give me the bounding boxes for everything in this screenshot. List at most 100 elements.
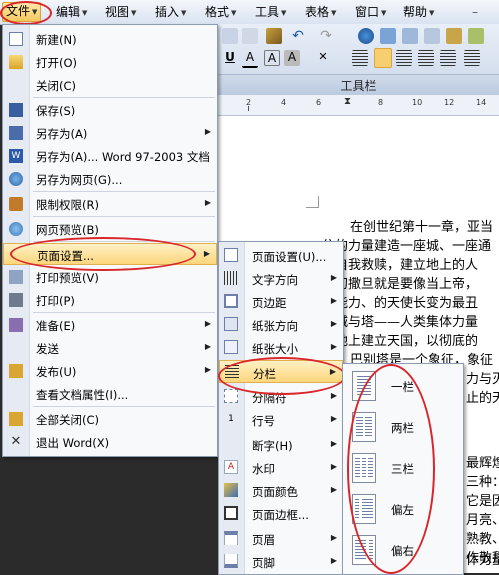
columns-left-item[interactable]: 偏左 (343, 489, 463, 530)
menu-edit[interactable]: 编辑 ▼ (56, 4, 87, 20)
menu-item-print-preview[interactable]: 打印预览(V) (3, 266, 217, 288)
menu-table-label: 表格 (305, 5, 330, 19)
menu-item-page-setup[interactable]: 页面设置... ▶ (3, 243, 217, 265)
char-scale-button[interactable]: ✕ (310, 50, 336, 66)
menu-item-new[interactable]: 新建(N) (3, 28, 217, 50)
document-line: 它是因 (466, 494, 499, 509)
menu-item-label: 打开(O) (36, 56, 78, 70)
page-color-item[interactable]: 页面颜色 ▶ (219, 479, 343, 502)
page-setup-item-label: 页眉 (252, 533, 275, 547)
page-borders-icon (224, 506, 238, 520)
line-spacing-icon[interactable] (464, 50, 480, 66)
page-borders-item[interactable]: 页面边框... (219, 502, 343, 525)
one-column-icon (352, 371, 376, 401)
copy-icon[interactable] (242, 28, 258, 44)
menu-table[interactable]: 表格 ▼ (305, 4, 336, 20)
ruler[interactable]: 2 4 6 ⧗ 8 10 12 14 (218, 95, 499, 116)
watermark-item[interactable]: A 水印 ▶ (219, 456, 343, 479)
columns-three-item[interactable]: 三栏 (343, 448, 463, 489)
breaks-item[interactable]: 分隔符 ▶ (219, 385, 343, 408)
chevron-down-icon: ▼ (429, 8, 435, 17)
globe-icon[interactable] (358, 28, 374, 44)
menu-item-close-all[interactable]: 全部关闭(C) (3, 408, 217, 430)
paste-icon[interactable] (222, 28, 238, 44)
menu-tools[interactable]: 工具 ▼ (255, 4, 286, 20)
menu-item-publish[interactable]: 发布(U) ▶ (3, 360, 217, 382)
footer-item[interactable]: 页脚 ▶ (219, 550, 343, 573)
menu-item-save-as[interactable]: 另存为(A) ▶ (3, 122, 217, 144)
columns-two-item[interactable]: 两栏 (343, 407, 463, 448)
ruler-number: 8 (378, 98, 384, 107)
align-left-icon[interactable] (352, 50, 368, 66)
line-numbers-item[interactable]: 1 行号 ▶ (219, 408, 343, 431)
chevron-down-icon: ▼ (381, 8, 387, 17)
align-center-icon[interactable] (374, 48, 392, 68)
menu-item-open[interactable]: 打开(O) (3, 51, 217, 73)
drawing-icon[interactable] (424, 28, 440, 44)
align-right-icon[interactable] (396, 50, 412, 66)
menu-format-label: 格式 (205, 5, 230, 19)
char-shading-button[interactable]: A (284, 50, 300, 66)
submenu-arrow-icon: ▶ (330, 485, 337, 494)
redo-icon[interactable]: ↷ (318, 28, 334, 44)
menu-window[interactable]: 窗口 ▼ (355, 4, 386, 20)
justify-icon[interactable] (418, 50, 434, 66)
menu-item-send[interactable]: 发送 ▶ (3, 337, 217, 359)
columns-one-item[interactable]: 一栏 (343, 366, 463, 407)
orientation-item[interactable]: 纸张方向 ▶ (219, 313, 343, 336)
menu-insert-label: 插入 (155, 5, 180, 19)
prepare-icon (9, 318, 23, 332)
document-map-icon[interactable] (446, 28, 462, 44)
menu-item-properties[interactable]: 查看文档属性(I)... (3, 383, 217, 405)
menu-view[interactable]: 视图 ▼ (105, 4, 136, 20)
menu-item-print[interactable]: 打印(P) (3, 289, 217, 311)
columns-item[interactable]: 分栏 ▶ (219, 360, 343, 383)
table-icon[interactable] (380, 28, 396, 44)
open-folder-icon (9, 55, 23, 69)
distribute-icon[interactable] (440, 50, 456, 66)
minimize-icon[interactable]: – (472, 4, 478, 20)
underline-button[interactable]: U (222, 50, 238, 66)
font-color-button[interactable]: A (242, 50, 258, 68)
text-direction-item[interactable]: 文字方向 ▶ (219, 267, 343, 290)
submenu-arrow-icon: ▶ (203, 249, 210, 258)
menu-item-label: 发布(U) (36, 365, 77, 379)
submenu-arrow-icon: ▶ (330, 414, 337, 423)
menu-item-label: 另存为(A) (36, 127, 88, 141)
hyphenation-item[interactable]: 断字(H) ▶ (219, 433, 343, 456)
menu-item-prepare[interactable]: 准备(E) ▶ (3, 314, 217, 336)
margins-icon (224, 294, 238, 308)
margin-mark (306, 207, 319, 208)
menu-item-close[interactable]: 关闭(C) (3, 74, 217, 96)
menu-item-web-preview[interactable]: 网页预览(B) (3, 218, 217, 240)
submenu-arrow-icon: ▶ (330, 296, 337, 305)
paper-size-item[interactable]: 纸张大小 ▶ (219, 336, 343, 359)
menu-insert[interactable]: 插入 ▼ (155, 4, 186, 20)
margins-item[interactable]: 页边距 ▶ (219, 290, 343, 313)
indent-marker-icon[interactable]: ⧗ (344, 96, 351, 107)
undo-icon[interactable]: ↶ (290, 28, 306, 44)
format-painter-icon[interactable] (266, 28, 282, 44)
menu-item-save-as-web[interactable]: 另存为网页(G)... (3, 168, 217, 190)
char-border-button[interactable]: A (264, 50, 280, 66)
submenu-arrow-icon: ▶ (330, 319, 337, 328)
columns-icon[interactable] (402, 28, 418, 44)
menu-tools-label: 工具 (255, 5, 280, 19)
menu-file[interactable]: 文件 ▼ (2, 2, 42, 22)
menu-help[interactable]: 帮助 ▼ (403, 4, 434, 20)
submenu-arrow-icon: ▶ (330, 273, 337, 282)
columns-right-item[interactable]: 偏右 (343, 530, 463, 571)
document-line: 最辉煌 (466, 456, 499, 471)
menu-format[interactable]: 格式 ▼ (205, 4, 236, 20)
menu-item-save[interactable]: 保存(S) (3, 99, 217, 121)
document-line: 止的天 (466, 391, 499, 406)
page-setup-item[interactable]: 页面设置(U)... (219, 244, 343, 267)
paragraph-icon[interactable] (468, 28, 484, 44)
new-doc-icon (9, 32, 23, 46)
file-menu: 新建(N) 打开(O) 关闭(C) 保存(S) 另存为(A) ▶ W 另存为(A… (2, 24, 218, 457)
header-item[interactable]: 页眉 ▶ (219, 527, 343, 550)
menu-item-save-as-word97[interactable]: W 另存为(A)... Word 97-2003 文档 (3, 145, 217, 167)
menu-item-restrict[interactable]: 限制权限(R) ▶ (3, 193, 217, 215)
menu-separator (33, 216, 215, 217)
menu-item-exit[interactable]: ✕ 退出 Word(X) (3, 431, 217, 453)
